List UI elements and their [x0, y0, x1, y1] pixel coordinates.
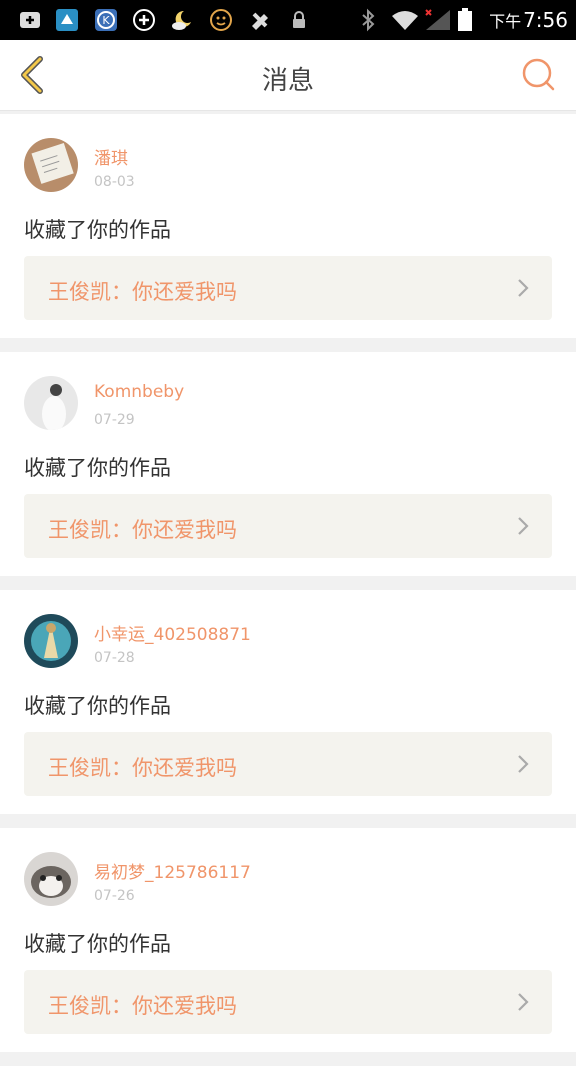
username[interactable]: 小幸运_402508871	[94, 620, 251, 645]
page-title: 消息	[261, 66, 314, 96]
action-text: 收藏了你的作品	[24, 456, 171, 480]
username[interactable]: 易初梦_125786117	[94, 858, 251, 883]
add-icon	[20, 12, 40, 28]
search-icon[interactable]	[518, 54, 558, 94]
battery-icon	[458, 8, 472, 31]
work-title: 王俊凯：你还爱我吗	[48, 518, 237, 542]
avatar[interactable]	[24, 614, 78, 668]
work-title: 王俊凯：你还爱我吗	[48, 994, 237, 1018]
wifi-icon	[392, 11, 418, 30]
message-card: 易初梦_125786117 07-26 收藏了你的作品 王俊凯：你还爱我吗	[0, 828, 576, 1052]
message-date: 07-29	[94, 412, 135, 428]
app-header: 消息	[0, 40, 576, 111]
clock: 下午 7:56	[489, 8, 568, 32]
k-app-icon: K	[95, 9, 117, 31]
smiley-icon	[210, 9, 232, 31]
action-text: 收藏了你的作品	[24, 932, 171, 956]
plus-circle-icon	[133, 9, 155, 31]
username[interactable]: Komnbeby	[94, 382, 184, 402]
app-icon	[56, 9, 78, 31]
username[interactable]: 潘琪	[94, 144, 128, 169]
chevron-right-icon	[518, 755, 529, 773]
work-link[interactable]: 王俊凯：你还爱我吗	[24, 970, 552, 1034]
avatar[interactable]	[24, 852, 78, 906]
message-card: 小幸运_402508871 07-28 收藏了你的作品 王俊凯：你还爱我吗	[0, 590, 576, 814]
avatar[interactable]	[24, 376, 78, 430]
message-date: 07-26	[94, 888, 135, 904]
lock-icon	[293, 11, 305, 28]
status-bar: K 下午 7:56	[0, 0, 576, 40]
chevron-right-icon	[518, 517, 529, 535]
signal-icon	[425, 9, 450, 30]
message-card: 潘琪 08-03 收藏了你的作品 王俊凯：你还爱我吗	[0, 114, 576, 338]
action-text: 收藏了你的作品	[24, 694, 171, 718]
chevron-right-icon	[518, 993, 529, 1011]
tools-icon	[252, 12, 268, 30]
chevron-right-icon	[518, 279, 529, 297]
work-link[interactable]: 王俊凯：你还爱我吗	[24, 732, 552, 796]
work-link[interactable]: 王俊凯：你还爱我吗	[24, 256, 552, 320]
cloud-moon-icon	[172, 10, 191, 30]
message-date: 07-28	[94, 650, 135, 666]
message-date: 08-03	[94, 174, 135, 190]
action-text: 收藏了你的作品	[24, 218, 171, 242]
svg-text:K: K	[102, 14, 110, 27]
bluetooth-icon	[362, 8, 375, 32]
work-link[interactable]: 王俊凯：你还爱我吗	[24, 494, 552, 558]
message-card: Komnbeby 07-29 收藏了你的作品 王俊凯：你还爱我吗	[0, 352, 576, 576]
message-list: 潘琪 08-03 收藏了你的作品 王俊凯：你还爱我吗 Komnbeby 07-2…	[0, 114, 576, 1066]
avatar[interactable]	[24, 138, 78, 192]
work-title: 王俊凯：你还爱我吗	[48, 756, 237, 780]
work-title: 王俊凯：你还爱我吗	[48, 280, 237, 304]
